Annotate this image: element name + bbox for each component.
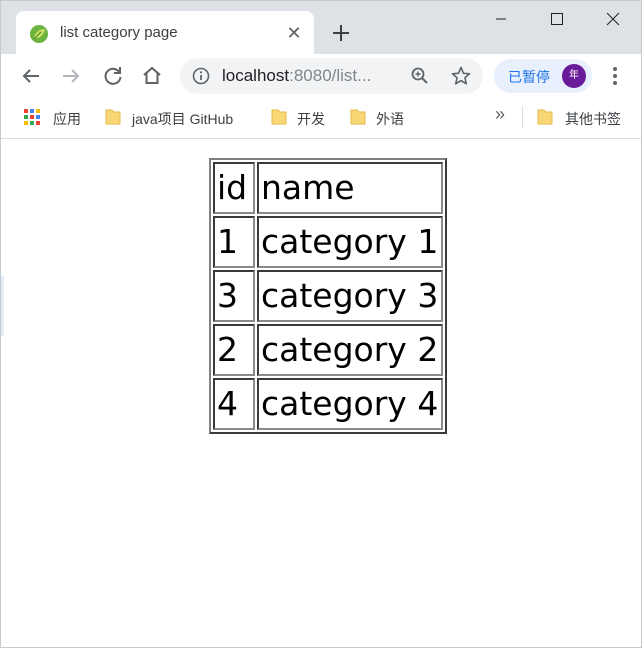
cell-name: category 1 [257, 216, 443, 268]
window-edge-decoration [1, 276, 4, 336]
reload-icon[interactable] [99, 62, 127, 90]
bookmarks-bar: 应用 java项目 GitHub 开发 外语 » 其他书签 [1, 98, 641, 139]
active-tab[interactable]: list category page ✕ [16, 11, 314, 54]
header-id: id [213, 162, 255, 214]
table-row: 1 category 1 [213, 216, 443, 268]
browser-window: list category page ✕ localhost:8080/list… [0, 0, 642, 648]
cell-id: 3 [213, 270, 255, 322]
url-host: localhost [222, 66, 290, 85]
minimize-icon[interactable] [473, 1, 529, 37]
paused-label: 已暂停 [508, 69, 550, 85]
back-icon[interactable] [17, 62, 45, 90]
zoom-icon[interactable] [410, 66, 430, 86]
bookmark-label: 外语 [376, 111, 404, 127]
cell-id: 1 [213, 216, 255, 268]
cell-name: category 2 [257, 324, 443, 376]
folder-icon [350, 109, 366, 125]
table-row: 3 category 3 [213, 270, 443, 322]
window-close-icon[interactable] [585, 1, 641, 37]
url-text[interactable]: localhost:8080/list... [222, 66, 371, 86]
new-tab-icon[interactable] [329, 21, 353, 45]
header-name: name [257, 162, 443, 214]
folder-icon [105, 109, 121, 125]
cell-name: category 4 [257, 378, 443, 430]
home-icon[interactable] [138, 62, 166, 90]
folder-icon [271, 109, 287, 125]
spring-leaf-icon [30, 25, 48, 43]
table-body: id name 1 category 1 3 category 3 2 category … [213, 162, 443, 430]
address-bar[interactable]: localhost:8080/list... [180, 58, 483, 94]
maximize-icon[interactable] [529, 1, 585, 37]
bookmark-label: java项目 GitHub [132, 111, 234, 127]
profile-paused-button[interactable]: 已暂停 年 [494, 59, 592, 93]
info-icon[interactable] [192, 67, 210, 85]
table-row: 2 category 2 [213, 324, 443, 376]
tab-strip: list category page ✕ [1, 1, 641, 54]
folder-icon [537, 109, 553, 125]
bookmark-label: 开发 [297, 111, 325, 127]
toolbar: localhost:8080/list... 已暂停 年 [1, 54, 641, 98]
bookmark-other-label: 其他书签 [565, 111, 621, 127]
table-row: 4 category 4 [213, 378, 443, 430]
apps-grid-icon [24, 109, 40, 125]
page-content: id name 1 category 1 3 category 3 2 category … [1, 139, 641, 647]
tab-title: list category page [60, 24, 178, 41]
url-path: :8080/list... [289, 66, 372, 85]
cell-id: 4 [213, 378, 255, 430]
cell-id: 2 [213, 324, 255, 376]
table-header-row: id name [213, 162, 443, 214]
close-tab-icon[interactable]: ✕ [284, 23, 304, 43]
cell-name: category 3 [257, 270, 443, 322]
category-table: id name 1 category 1 3 category 3 2 category … [209, 158, 447, 434]
menu-icon[interactable] [605, 64, 625, 88]
bookmark-apps-label: 应用 [53, 111, 81, 127]
forward-icon[interactable] [57, 62, 85, 90]
avatar: 年 [562, 64, 586, 88]
divider [522, 106, 523, 128]
bookmark-star-icon[interactable] [450, 65, 472, 87]
bookmarks-overflow-button[interactable]: » [495, 104, 505, 125]
